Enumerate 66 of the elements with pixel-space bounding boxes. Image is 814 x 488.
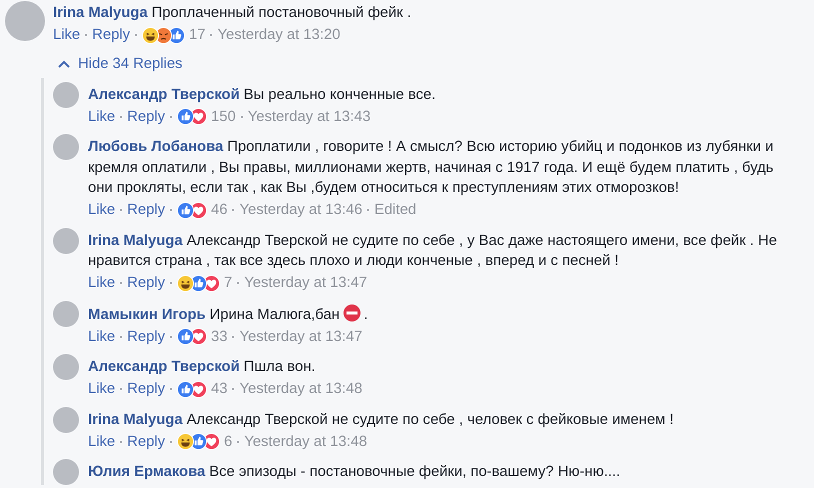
reply-link[interactable]: Reply	[127, 272, 165, 294]
reaction-count: 7	[224, 274, 232, 294]
timestamp-link[interactable]: Yesterday at 13:47	[239, 326, 362, 348]
thumbs-up-icon	[177, 380, 194, 398]
thumbs-up-icon	[177, 328, 194, 346]
thumbs-up-icon	[190, 274, 207, 292]
author-name-link[interactable]: Александр Тверской	[88, 359, 240, 376]
reply-link[interactable]: Reply	[127, 378, 165, 400]
laughing-face-icon	[177, 274, 194, 292]
angry-face-icon	[155, 26, 172, 44]
thumbs-up-icon	[177, 108, 194, 126]
reaction-count: 150	[211, 108, 236, 127]
hide-replies-button[interactable]: Hide 34 Replies	[58, 52, 182, 75]
avatar-photo-placeholder	[53, 82, 79, 108]
timestamp-link[interactable]: Yesterday at 13:20	[217, 24, 340, 46]
like-link[interactable]: Like	[88, 272, 116, 294]
reply-link[interactable]: Reply	[92, 24, 130, 46]
timestamp-link[interactable]: Yesterday at 13:48	[239, 378, 362, 400]
avatar-photo-placeholder	[53, 300, 79, 327]
timestamp-link[interactable]: Yesterday at 13:43	[248, 106, 371, 128]
no-entry-icon	[342, 304, 361, 322]
laughing-face-icon	[142, 26, 159, 44]
comment-text: Irina Malyuga Александр Тверской не судите по себе , у Вас даже настоящего имени, все фейк . Не нравится страна , так все здесь плохо и люди конченые , вперед и с песней !	[88, 232, 778, 272]
reaction-count: 17	[189, 26, 206, 45]
author-name-link[interactable]: Irina Malyuga	[88, 232, 183, 249]
thumbs-up-icon	[190, 433, 207, 450]
comment-text: Мамыкин Игорь Ирина Малюга,бан .	[88, 304, 788, 326]
reaction-count: 46	[211, 201, 228, 220]
like-link[interactable]: Like	[88, 199, 116, 222]
avatar-photo-placeholder	[53, 228, 79, 254]
edited-label: Edited	[374, 201, 416, 220]
thumbs-up-icon	[168, 26, 185, 44]
timestamp-link[interactable]: Yesterday at 13:46	[239, 199, 362, 222]
reaction-count: 43	[211, 380, 228, 400]
thumbs-up-icon	[177, 202, 194, 219]
avatar-photo-placeholder	[53, 459, 79, 486]
laughing-face-icon	[177, 433, 194, 450]
like-link[interactable]: Like	[88, 430, 116, 453]
reaction-count: 6	[224, 432, 232, 452]
comment-text: Александр Тверской Пшла вон.	[88, 358, 316, 378]
author-name-link[interactable]: Irina Malyuga	[88, 412, 183, 428]
author-name-link[interactable]: Юлия Ермакова	[88, 464, 206, 480]
author-name-link[interactable]: Любовь Лобанова	[88, 139, 224, 156]
reply-link[interactable]: Reply	[127, 106, 165, 128]
comment-text: Юлия Ермакова Все эпизоды - постановочные фейки, по-вашему? Ню-ню....	[88, 463, 622, 482]
like-link[interactable]: Like	[88, 106, 116, 128]
reaction-count: 33	[211, 328, 228, 347]
avatar-photo-placeholder	[53, 406, 79, 433]
like-link[interactable]: Like	[53, 24, 80, 46]
author-name-link[interactable]: Irina Malyuga	[53, 5, 148, 21]
comment-text: Irina Malyuga Александр Тверской не судите по себе , человек с фейковые именем !	[88, 410, 675, 430]
timestamp-link[interactable]: Yesterday at 13:47	[244, 272, 368, 294]
comment-text: Любовь Лобанова Проплатили , говорите ! А смысл? Всю историю убийц и подонков из лубянки и кремля оплатили , Вы правы, миллионами жертв, начиная с 1917 года. И ещё будем платить , будь они прокляты, если так , как Вы ,будем относиться к преступлениям этих отморозков!	[88, 138, 774, 198]
avatar-photo-placeholder	[5, 1, 45, 41]
author-name-link[interactable]: Мамыкин Игорь	[88, 306, 206, 323]
reply-link[interactable]: Reply	[127, 199, 165, 222]
comment-text: Александр Тверской Вы реально конченные все.	[88, 86, 437, 105]
reply-link[interactable]: Reply	[127, 430, 165, 453]
timestamp-link[interactable]: Yesterday at 13:48	[244, 430, 368, 453]
comment-text: Irina Malyuga Проплаченный постановочный фейк .	[53, 4, 412, 23]
reply-link[interactable]: Reply	[127, 326, 165, 348]
avatar-photo-placeholder	[53, 134, 79, 160]
like-link[interactable]: Like	[88, 326, 116, 348]
like-link[interactable]: Like	[88, 378, 116, 400]
author-name-link[interactable]: Александр Тверской	[88, 86, 240, 103]
avatar-photo-placeholder	[53, 354, 79, 380]
